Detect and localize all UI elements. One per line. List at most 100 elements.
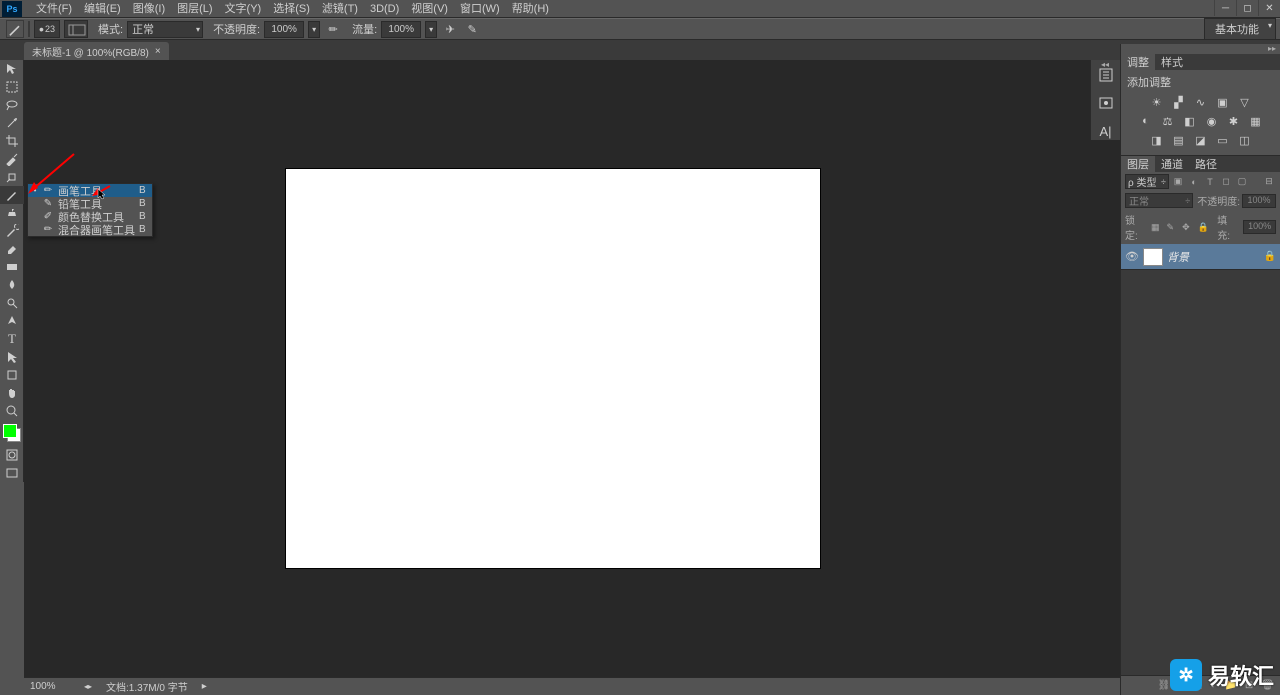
- blur-tool[interactable]: [0, 276, 24, 294]
- threshold-icon[interactable]: ◪: [1193, 132, 1209, 148]
- layer-name-label[interactable]: 背景: [1167, 249, 1260, 265]
- zoom-level[interactable]: 100%: [30, 681, 70, 692]
- status-flyout-icon[interactable]: ▸: [202, 681, 207, 692]
- layer-visibility-icon[interactable]: 👁: [1125, 250, 1139, 263]
- document-tab-close[interactable]: ×: [155, 46, 161, 57]
- posterize-icon[interactable]: ▤: [1171, 132, 1187, 148]
- document-info[interactable]: 文档:1.37M/0 字节: [106, 679, 188, 694]
- foreground-color[interactable]: [3, 424, 17, 438]
- pressure-opacity-icon[interactable]: ✏: [324, 20, 342, 38]
- filter-type-icon[interactable]: T: [1203, 175, 1217, 189]
- flow-chevron[interactable]: ▾: [425, 21, 437, 38]
- menu-layer[interactable]: 图层(L): [171, 0, 218, 18]
- photofilter-icon[interactable]: ◉: [1204, 113, 1220, 129]
- lock-all-icon[interactable]: 🔒: [1198, 222, 1210, 233]
- properties-panel-icon[interactable]: [1095, 94, 1117, 112]
- filter-toggle[interactable]: ⊟: [1262, 175, 1276, 189]
- eraser-tool[interactable]: [0, 240, 24, 258]
- filter-adjust-icon[interactable]: ◐: [1187, 175, 1201, 189]
- airbrush-icon[interactable]: ✈: [441, 20, 459, 38]
- invert-icon[interactable]: ◨: [1149, 132, 1165, 148]
- menu-type[interactable]: 文字(Y): [219, 0, 268, 18]
- filter-shape-icon[interactable]: ◻: [1219, 175, 1233, 189]
- lock-position-icon[interactable]: ✥: [1182, 222, 1194, 233]
- selectivecolor-icon[interactable]: ◫: [1237, 132, 1253, 148]
- tab-adjustments[interactable]: 调整: [1121, 54, 1155, 70]
- color-swatches[interactable]: [3, 424, 21, 442]
- hue-icon[interactable]: ◐: [1138, 113, 1154, 129]
- maximize-button[interactable]: ◻: [1236, 0, 1258, 16]
- filter-smart-icon[interactable]: ▢: [1235, 175, 1249, 189]
- blend-mode-select[interactable]: 正常: [127, 21, 203, 38]
- menu-help[interactable]: 帮助(H): [506, 0, 555, 18]
- hand-tool[interactable]: [0, 384, 24, 402]
- menu-filter[interactable]: 滤镜(T): [316, 0, 364, 18]
- zoom-tool[interactable]: [0, 402, 24, 420]
- layer-thumbnail[interactable]: [1143, 248, 1163, 266]
- brightness-icon[interactable]: ☀: [1149, 94, 1165, 110]
- curves-icon[interactable]: ∿: [1193, 94, 1209, 110]
- healing-brush-tool[interactable]: [0, 168, 24, 186]
- vibrance-icon[interactable]: ▽: [1237, 94, 1253, 110]
- link-layers-icon[interactable]: ⛓: [1158, 680, 1171, 691]
- menu-edit[interactable]: 编辑(E): [78, 0, 127, 18]
- lock-transparency-icon[interactable]: ▦: [1151, 222, 1163, 233]
- channelmixer-icon[interactable]: ✱: [1226, 113, 1242, 129]
- panel-collapse-icon[interactable]: ▸▸: [1121, 44, 1280, 54]
- move-tool[interactable]: [0, 60, 24, 78]
- lasso-tool[interactable]: [0, 96, 24, 114]
- gradient-tool[interactable]: [0, 258, 24, 276]
- dodge-tool[interactable]: [0, 294, 24, 312]
- document-tab[interactable]: 未标题-1 @ 100%(RGB/8) ×: [24, 42, 169, 60]
- eyedropper-tool[interactable]: [0, 150, 24, 168]
- filter-pixel-icon[interactable]: ▣: [1171, 175, 1185, 189]
- bw-icon[interactable]: ◧: [1182, 113, 1198, 129]
- tab-paths[interactable]: 路径: [1189, 156, 1223, 172]
- dock-collapse-icon[interactable]: ◂◂: [1090, 60, 1120, 70]
- menu-window[interactable]: 窗口(W): [454, 0, 506, 18]
- history-brush-tool[interactable]: [0, 222, 24, 240]
- type-tool[interactable]: T: [0, 330, 24, 348]
- tab-layers[interactable]: 图层: [1121, 156, 1155, 172]
- menu-file[interactable]: 文件(F): [30, 0, 78, 18]
- canvas-area[interactable]: [24, 60, 1120, 677]
- shape-tool[interactable]: [0, 366, 24, 384]
- menu-3d[interactable]: 3D(D): [364, 0, 405, 18]
- brush-tool[interactable]: [0, 186, 24, 204]
- flow-input[interactable]: 100%: [381, 21, 421, 38]
- opacity-chevron[interactable]: ▾: [308, 21, 320, 38]
- exposure-icon[interactable]: ▣: [1215, 94, 1231, 110]
- flyout-mixer-brush-tool[interactable]: ✏ 混合器画笔工具 B: [28, 223, 152, 236]
- colorbalance-icon[interactable]: ⚖: [1160, 113, 1176, 129]
- menu-select[interactable]: 选择(S): [267, 0, 316, 18]
- layer-kind-filter[interactable]: ρ 类型: [1125, 174, 1169, 189]
- layer-fill-input[interactable]: 100%: [1243, 220, 1276, 234]
- document-canvas[interactable]: [286, 169, 820, 568]
- path-selection-tool[interactable]: [0, 348, 24, 366]
- layer-opacity-input[interactable]: 100%: [1242, 194, 1276, 208]
- clone-stamp-tool[interactable]: [0, 204, 24, 222]
- character-panel-icon[interactable]: A|: [1095, 122, 1117, 140]
- status-chevron-icon[interactable]: ◂▸: [84, 682, 92, 691]
- layer-row[interactable]: 👁 背景 🔒: [1121, 244, 1280, 270]
- menu-view[interactable]: 视图(V): [405, 0, 454, 18]
- brush-panel-toggle[interactable]: [64, 20, 88, 38]
- workspace-switcher[interactable]: 基本功能: [1204, 18, 1276, 40]
- tab-styles[interactable]: 样式: [1155, 54, 1189, 70]
- levels-icon[interactable]: ▞: [1171, 94, 1187, 110]
- current-tool-icon[interactable]: [6, 20, 24, 38]
- pen-tool[interactable]: [0, 312, 24, 330]
- layer-lock-icon[interactable]: 🔒: [1264, 251, 1276, 262]
- lock-image-icon[interactable]: ✎: [1167, 222, 1179, 233]
- screen-mode-tool[interactable]: [0, 464, 24, 482]
- pressure-size-icon[interactable]: ✎: [463, 20, 481, 38]
- layer-blend-mode[interactable]: 正常: [1125, 193, 1193, 208]
- crop-tool[interactable]: [0, 132, 24, 150]
- close-button[interactable]: ✕: [1258, 0, 1280, 16]
- quick-mask-tool[interactable]: [0, 446, 24, 464]
- opacity-input[interactable]: 100%: [264, 21, 304, 38]
- minimize-button[interactable]: ─: [1214, 0, 1236, 16]
- colorlookup-icon[interactable]: ▦: [1248, 113, 1264, 129]
- brush-preset-picker[interactable]: •23: [34, 20, 60, 38]
- gradientmap-icon[interactable]: ▭: [1215, 132, 1231, 148]
